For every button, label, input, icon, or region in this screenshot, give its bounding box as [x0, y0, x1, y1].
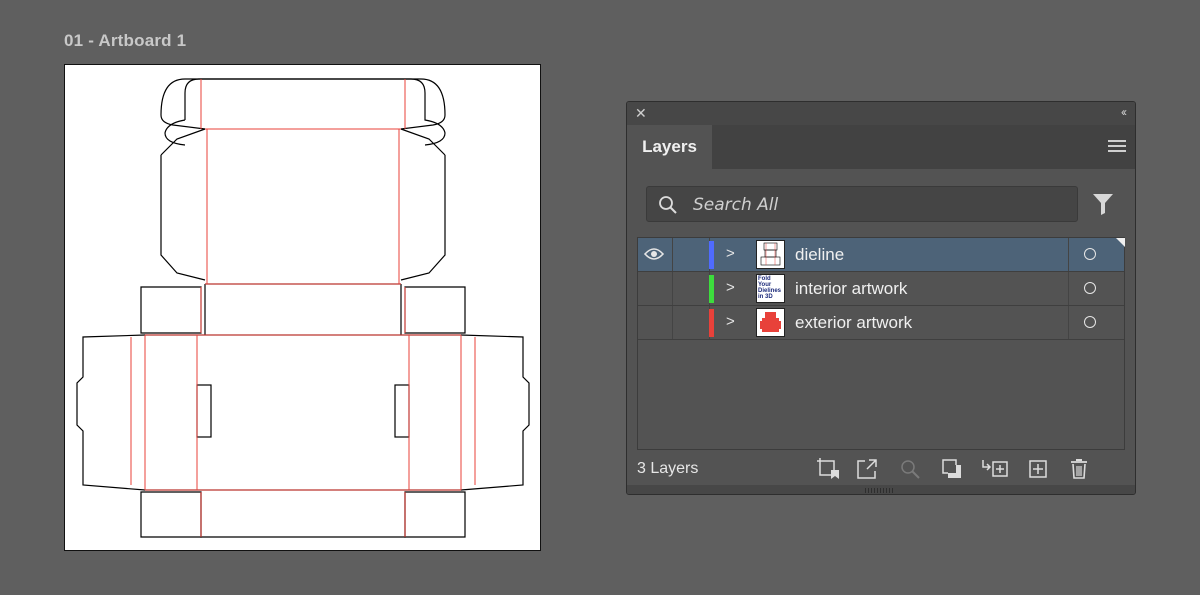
- layer-name[interactable]: exterior artwork: [795, 313, 912, 333]
- target-icon[interactable]: [1084, 248, 1096, 260]
- exterior-thumbnail: [756, 308, 785, 337]
- panel-title-bar[interactable]: ✕ ‹‹: [627, 102, 1135, 125]
- target-cell[interactable]: [1068, 306, 1125, 339]
- new-layer-icon[interactable]: [1028, 458, 1050, 480]
- fold-lines: [130, 79, 476, 537]
- export-icon[interactable]: [856, 458, 878, 480]
- chevron-right-icon[interactable]: >: [726, 279, 735, 296]
- target-cell[interactable]: [1068, 238, 1125, 271]
- tab-layers[interactable]: Layers: [627, 125, 712, 169]
- hamburger-menu-icon[interactable]: [1108, 140, 1126, 155]
- panel-tab-bar: Layers: [627, 125, 1135, 169]
- artboard-label[interactable]: 01 - Artboard 1: [64, 31, 186, 51]
- interior-thumbnail: Fold Your Dielines in 3D: [756, 274, 785, 303]
- layer-count: 3 Layers: [637, 460, 699, 477]
- search-row: [637, 181, 1125, 225]
- layer-color-swatch: [709, 309, 714, 337]
- target-cell[interactable]: [1068, 272, 1125, 305]
- layers-list: > dieline > Fold Your Dielines in 3D int…: [637, 237, 1125, 450]
- visibility-toggle[interactable]: [638, 238, 673, 271]
- layer-color-swatch: [709, 241, 714, 269]
- layer-name[interactable]: interior artwork: [795, 279, 907, 299]
- chevron-right-icon[interactable]: >: [726, 313, 735, 330]
- lock-toggle[interactable]: [673, 272, 710, 305]
- target-icon[interactable]: [1084, 316, 1096, 328]
- layer-color-swatch: [709, 275, 714, 303]
- dieline-drawing: [76, 78, 530, 538]
- selection-corner-marker: [1116, 238, 1125, 247]
- locate-object-icon[interactable]: [899, 458, 921, 480]
- search-box[interactable]: [646, 186, 1078, 222]
- interior-thumbnail-text: Fold Your Dielines in 3D: [758, 276, 782, 300]
- make-clipping-mask-icon[interactable]: [941, 458, 963, 480]
- collect-for-export-icon[interactable]: [817, 458, 841, 480]
- lock-toggle[interactable]: [673, 306, 710, 339]
- resize-grip[interactable]: [627, 485, 1135, 494]
- target-icon[interactable]: [1084, 282, 1096, 294]
- chevron-right-icon[interactable]: >: [726, 245, 735, 262]
- dieline-thumbnail: [756, 240, 785, 269]
- visibility-toggle[interactable]: [638, 272, 673, 305]
- layer-row-exterior-artwork[interactable]: > exterior artwork: [638, 306, 1124, 340]
- delete-icon[interactable]: [1069, 458, 1091, 480]
- search-input[interactable]: [691, 190, 1065, 220]
- search-icon: [659, 196, 677, 214]
- close-icon[interactable]: ✕: [635, 105, 647, 121]
- filter-icon[interactable]: [1092, 192, 1114, 216]
- layer-row-interior-artwork[interactable]: > Fold Your Dielines in 3D interior artw…: [638, 272, 1124, 306]
- layer-name[interactable]: dieline: [795, 245, 844, 265]
- panel-footer: 3 Layers: [627, 454, 1135, 484]
- double-chevron-left-icon[interactable]: ‹‹: [1121, 104, 1127, 120]
- grip-lines: [865, 488, 895, 493]
- layers-panel: ✕ ‹‹ Layers >: [626, 101, 1136, 495]
- create-sublayer-icon[interactable]: [981, 458, 1009, 480]
- visibility-toggle[interactable]: [638, 306, 673, 339]
- artboard-canvas[interactable]: [64, 64, 541, 551]
- lock-toggle[interactable]: [673, 238, 710, 271]
- layer-row-dieline[interactable]: > dieline: [638, 238, 1125, 272]
- eye-icon[interactable]: [644, 247, 664, 261]
